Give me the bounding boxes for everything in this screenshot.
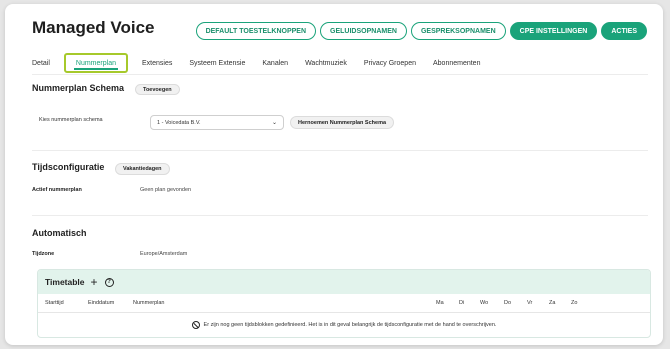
timetable-separator — [38, 312, 650, 313]
timetable-title: Timetable — [45, 277, 85, 287]
tab-nummerplan[interactable]: Nummerplan — [63, 53, 128, 73]
gespreksopnamen-button[interactable]: GESPREKSOPNAMEN — [410, 22, 506, 40]
empty-message: Er zijn nog geen tijdsblokken gedefiniee… — [203, 322, 497, 328]
tab-detail[interactable]: Detail — [32, 53, 50, 73]
vakantiedagen-button[interactable]: Vakantiedagen — [115, 163, 170, 175]
tab-extensies[interactable]: Extensies — [142, 53, 172, 73]
tijdzone-value: Europe/Amsterdam — [140, 251, 188, 257]
add-icon[interactable]: + — [91, 276, 98, 288]
hernoemen-button[interactable]: Hernoemen Nummerplan Schema — [290, 116, 395, 129]
tab-wachtmuziek[interactable]: Wachtmuziek — [305, 53, 347, 73]
nummerplan-select-value: 1 - Voicedata B.V. — [157, 119, 201, 126]
column-wo: Wo — [480, 300, 489, 306]
top-button-bar: DEFAULT TOESTELKNOPPEN GELUIDSOPNAMEN GE… — [195, 22, 647, 40]
automatisch-section-title: Automatisch — [32, 228, 87, 238]
chevron-down-icon: ⌄ — [271, 120, 277, 126]
tijdzone-label: Tijdzone — [32, 251, 55, 257]
toevoegen-button[interactable]: Toevoegen — [135, 84, 180, 95]
help-icon[interactable]: ? — [104, 277, 114, 287]
column-starttijd: Starttijd — [45, 300, 64, 306]
timetable-empty-state: Er zijn nog geen tijdsblokken gedefiniee… — [38, 321, 650, 329]
nummerplan-section-title: Nummerplan Schema — [32, 83, 125, 93]
section-divider — [32, 215, 648, 216]
acties-button[interactable]: ACTIES — [601, 22, 647, 40]
ban-icon — [191, 321, 200, 329]
timetable-columns: Starttijd Einddatum Nummerplan Ma Di Wo … — [38, 300, 650, 312]
column-do: Do — [504, 300, 512, 306]
column-einddatum: Einddatum — [88, 300, 115, 306]
timetable-header: Timetable + ? — [38, 270, 650, 294]
geluidsopnamen-button[interactable]: GELUIDSOPNAMEN — [320, 22, 407, 40]
tab-privacy-groepen[interactable]: Privacy Groepen — [364, 53, 416, 73]
column-ma: Ma — [436, 300, 444, 306]
tab-systeem-extensie[interactable]: Systeem Extensie — [189, 53, 245, 73]
timetable-panel: Timetable + ? Starttijd Einddatum Nummer… — [37, 269, 651, 338]
main-card: Managed Voice DEFAULT TOESTELKNOPPEN GEL… — [5, 4, 663, 345]
column-zo: Zo — [571, 300, 578, 306]
tab-bar: Detail Nummerplan Extensies Systeem Exte… — [32, 53, 497, 73]
tab-divider — [32, 74, 648, 75]
tab-abonnementen[interactable]: Abonnementen — [433, 53, 480, 73]
nummerplan-field-label: Kies nummerplan schema — [39, 117, 103, 123]
tab-kanalen[interactable]: Kanalen — [262, 53, 288, 73]
actief-nummerplan-label: Actief nummerplan — [32, 187, 82, 193]
tijdsconfiguratie-section-title: Tijdsconfiguratie — [32, 162, 105, 172]
section-divider — [32, 150, 648, 151]
cpe-instellingen-button[interactable]: CPE INSTELLINGEN — [509, 22, 598, 40]
column-vr: Vr — [527, 300, 533, 306]
column-za: Za — [549, 300, 556, 306]
page-title: Managed Voice — [32, 18, 155, 37]
default-toestelknoppen-button[interactable]: DEFAULT TOESTELKNOPPEN — [195, 22, 317, 40]
nummerplan-select[interactable]: 1 - Voicedata B.V. ⌄ — [150, 115, 284, 130]
actief-nummerplan-value: Geen plan gevonden — [140, 187, 192, 193]
column-nummerplan: Nummerplan — [133, 300, 165, 306]
column-di: Di — [459, 300, 465, 306]
